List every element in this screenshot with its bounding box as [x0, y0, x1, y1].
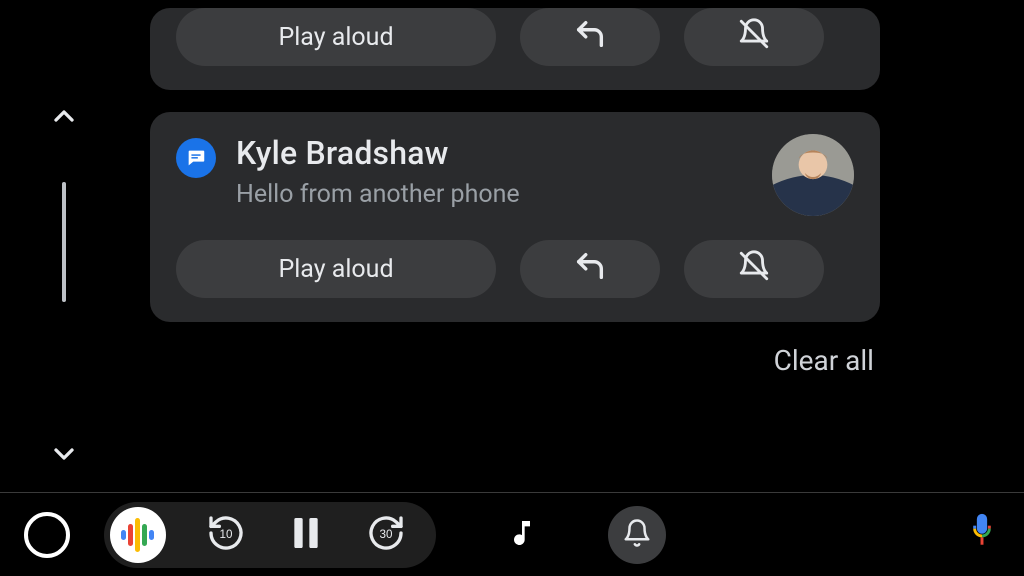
- forward-30-button[interactable]: 30: [366, 515, 406, 555]
- clear-all-label: Clear all: [774, 344, 874, 377]
- chevron-down-icon[interactable]: [48, 438, 80, 470]
- home-button[interactable]: [24, 512, 70, 558]
- replay-10-icon: 10: [206, 513, 246, 557]
- bell-off-icon: [737, 17, 771, 58]
- bell-icon: [622, 518, 652, 552]
- podcasts-icon: [121, 518, 155, 552]
- chevron-up-icon[interactable]: [48, 100, 80, 132]
- play-aloud-button[interactable]: Play aloud: [176, 8, 496, 66]
- notification-sender: Kyle Bradshaw: [236, 134, 756, 172]
- mute-button[interactable]: [684, 8, 824, 66]
- svg-text:30: 30: [380, 528, 393, 541]
- notifications-button[interactable]: [608, 506, 666, 564]
- music-button[interactable]: [506, 517, 538, 553]
- scroll-thumb[interactable]: [62, 182, 66, 302]
- notification-message: Hello from another phone: [236, 180, 756, 209]
- mic-icon: [964, 540, 1000, 559]
- reply-icon: [573, 17, 607, 58]
- contact-avatar: [772, 134, 854, 216]
- media-controls: 10 30: [104, 502, 436, 568]
- reply-button[interactable]: [520, 8, 660, 66]
- pause-icon: [286, 513, 326, 557]
- reply-button[interactable]: [520, 240, 660, 298]
- scroll-track: [62, 178, 66, 398]
- scroll-indicator: [44, 100, 84, 470]
- notification-card: Kyle Bradshaw Hello from another phone P…: [150, 112, 880, 322]
- mute-button[interactable]: [684, 240, 824, 298]
- messages-app-icon: [176, 138, 216, 178]
- notification-card: Play aloud: [150, 8, 880, 90]
- play-aloud-button[interactable]: Play aloud: [176, 240, 496, 298]
- forward-30-icon: 30: [366, 513, 406, 557]
- nav-bar: 10 30: [0, 492, 1024, 576]
- reply-icon: [573, 249, 607, 290]
- play-aloud-label: Play aloud: [278, 23, 393, 52]
- play-aloud-label: Play aloud: [278, 255, 393, 284]
- pause-button[interactable]: [286, 515, 326, 555]
- assistant-mic-button[interactable]: [964, 511, 1000, 559]
- bell-off-icon: [737, 249, 771, 290]
- svg-text:10: 10: [220, 528, 233, 541]
- music-note-icon: [506, 517, 538, 553]
- clear-all-button[interactable]: Clear all: [774, 344, 874, 377]
- replay-10-button[interactable]: 10: [206, 515, 246, 555]
- podcasts-app-button[interactable]: [110, 507, 166, 563]
